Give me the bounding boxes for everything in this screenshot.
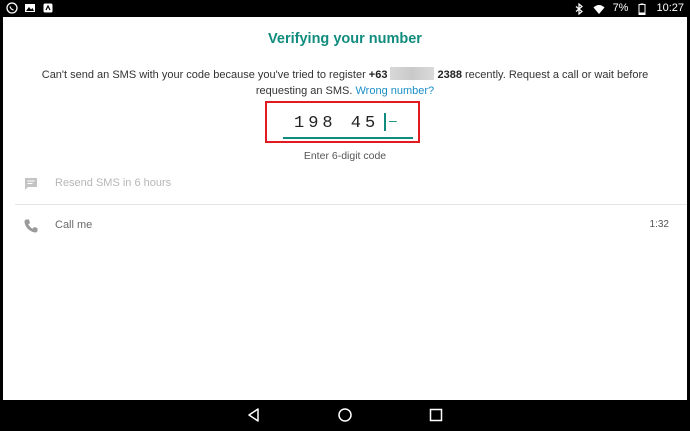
recent-apps-icon[interactable]: [428, 407, 444, 423]
wifi-icon: [593, 4, 605, 14]
code-highlight-box: 198 45 –: [265, 101, 420, 143]
call-timer: 1:32: [649, 219, 669, 230]
call-me-option[interactable]: Call me 1:32: [3, 206, 687, 246]
navigation-bar: [0, 400, 690, 431]
resend-sms-option[interactable]: Resend SMS in 6 hours: [3, 164, 687, 204]
battery-percent: 7%: [612, 2, 629, 14]
bluetooth-icon: [575, 2, 583, 15]
country-code: +63: [368, 69, 388, 81]
phone-icon: [24, 219, 38, 233]
image-icon: [25, 4, 35, 12]
app-icon: [43, 3, 53, 13]
resend-sms-label: Resend SMS in 6 hours: [55, 177, 172, 189]
whatsapp-icon: [6, 2, 18, 14]
status-bar: 7% 10:27: [0, 0, 690, 17]
code-remaining-placeholder: –: [389, 112, 397, 128]
code-input[interactable]: 198 45: [294, 114, 379, 133]
battery-icon: [638, 3, 646, 15]
verify-screen: Verifying your number Can't send an SMS …: [3, 17, 687, 400]
number-tail: 2388: [437, 69, 462, 81]
clock: 10:27: [656, 2, 684, 14]
page-title: Verifying your number: [268, 31, 422, 47]
call-me-label: Call me: [55, 219, 93, 231]
text-cursor: [384, 113, 386, 131]
divider: [15, 204, 687, 205]
verify-message: Can't send an SMS with your code because…: [23, 67, 667, 99]
code-hint: Enter 6-digit code: [303, 150, 387, 162]
wrong-number-link[interactable]: Wrong number?: [356, 85, 435, 97]
home-icon[interactable]: [337, 407, 353, 423]
code-underline: [283, 137, 413, 139]
message-text-before: Can't send an SMS with your code because…: [41, 69, 369, 81]
redacted-number: [390, 67, 435, 80]
message-icon: [25, 178, 37, 190]
back-icon[interactable]: [246, 407, 262, 423]
